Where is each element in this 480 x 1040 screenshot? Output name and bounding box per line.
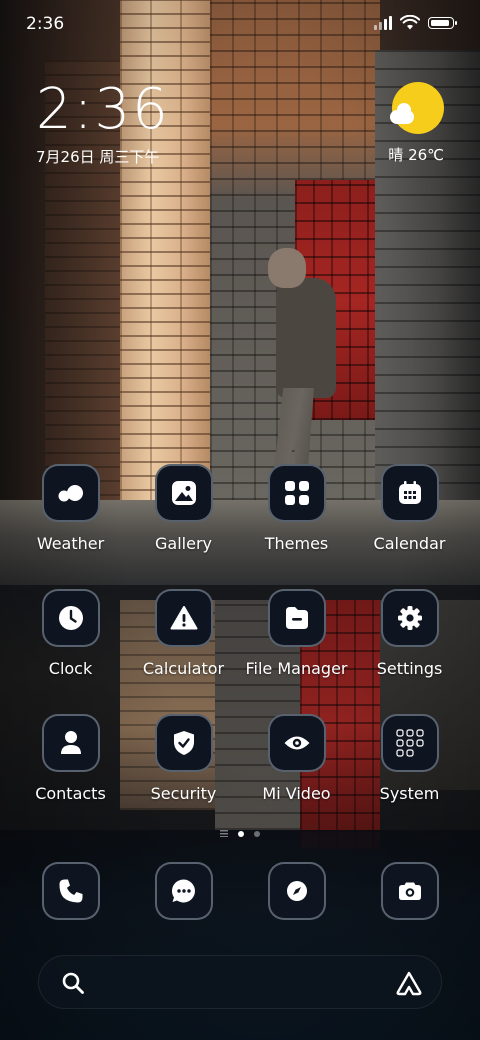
app-calculator[interactable]: Calculator <box>127 589 240 678</box>
app-settings[interactable]: Settings <box>353 589 466 678</box>
app-label: Calendar <box>373 534 446 553</box>
messages-icon <box>171 879 195 903</box>
calculator-icon <box>170 606 197 630</box>
clock-icon <box>58 606 83 630</box>
calendar-icon <box>398 481 421 504</box>
contacts-icon <box>60 731 81 754</box>
weather-text: 晴 26℃ <box>388 146 444 164</box>
app-label: Security <box>150 784 217 803</box>
search-icon[interactable] <box>61 971 85 995</box>
page-dot-2[interactable] <box>238 830 244 837</box>
app-gallery[interactable]: Gallery <box>127 464 240 553</box>
app-calendar[interactable]: Calendar <box>353 464 466 553</box>
phone-icon <box>59 879 82 903</box>
app-label: Contacts <box>35 784 106 803</box>
battery-icon <box>428 16 457 29</box>
app-label: Themes <box>264 534 329 553</box>
app-system-folder[interactable]: System <box>353 714 466 803</box>
dock-messages[interactable] <box>127 862 240 920</box>
app-mi-video[interactable]: Mi Video <box>240 714 353 803</box>
mi-video-icon <box>284 736 309 750</box>
app-label: Calculator <box>142 659 225 678</box>
widget-time: 2:36 <box>36 77 170 142</box>
dock-browser[interactable] <box>240 862 353 920</box>
search-bar[interactable] <box>38 955 442 1009</box>
app-label: Settings <box>376 659 443 678</box>
app-contacts[interactable]: Contacts <box>14 714 127 803</box>
widget-date: 7月26日 周三下午 <box>36 148 160 166</box>
page-dot-3[interactable] <box>254 830 260 837</box>
app-themes[interactable]: Themes <box>240 464 353 553</box>
app-security[interactable]: Security <box>127 714 240 803</box>
weather-icon <box>58 485 83 502</box>
app-label: System <box>379 784 440 803</box>
clock-widget[interactable]: 2:36 7月26日 周三下午 <box>36 82 170 167</box>
security-icon <box>173 731 194 755</box>
status-bar[interactable]: 2:36 <box>0 0 480 48</box>
app-label: Weather <box>36 534 105 553</box>
weather-widget[interactable]: 晴 26℃ <box>388 82 444 165</box>
wifi-icon <box>400 15 420 30</box>
app-file-manager[interactable]: File Manager <box>240 589 353 678</box>
settings-icon <box>397 606 422 630</box>
app-label: File Manager <box>245 659 348 678</box>
page-dot-1[interactable] <box>220 830 228 837</box>
system-folder-icon <box>395 729 424 757</box>
themes-icon <box>284 481 309 505</box>
assistant-icon[interactable] <box>395 970 423 996</box>
app-weather[interactable]: Weather <box>14 464 127 553</box>
dock-camera[interactable] <box>353 862 466 920</box>
gallery-icon <box>171 481 196 505</box>
camera-icon <box>398 882 421 900</box>
app-label: Gallery <box>155 534 212 553</box>
app-label: Mi Video <box>262 784 331 803</box>
app-clock[interactable]: Clock <box>14 589 127 678</box>
page-indicator[interactable] <box>0 830 480 837</box>
status-time: 2:36 <box>26 14 65 34</box>
browser-icon <box>286 881 307 901</box>
partly-sunny-icon <box>390 82 444 134</box>
signal-icon <box>374 15 392 30</box>
app-label: Clock <box>48 659 93 678</box>
dock-phone[interactable] <box>14 862 127 920</box>
file-manager-icon <box>285 607 308 629</box>
